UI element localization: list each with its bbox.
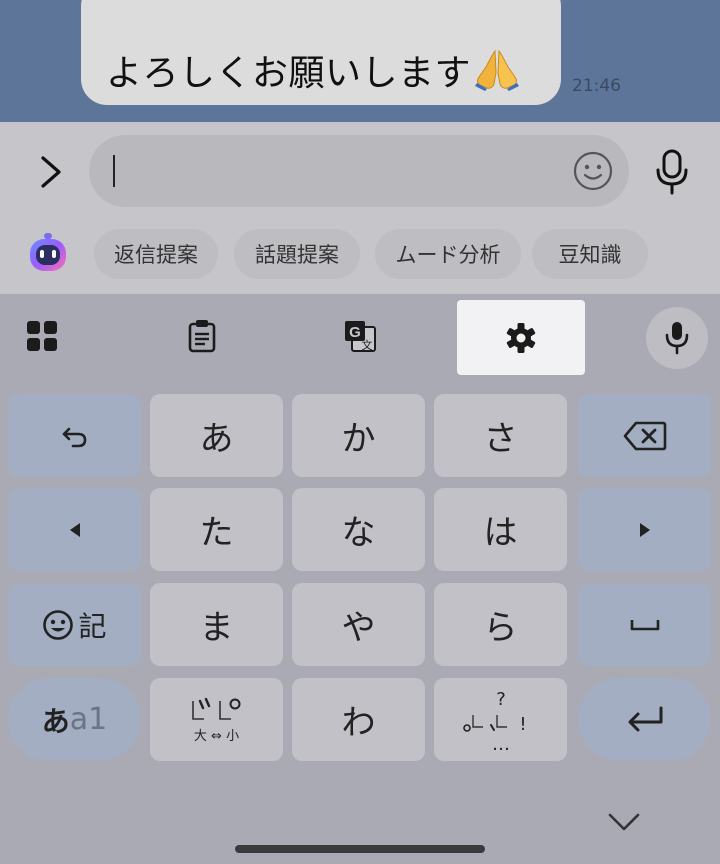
backspace-icon <box>623 421 666 450</box>
emoji-symbol-key[interactable]: 記 <box>8 583 141 666</box>
key-ta[interactable]: た <box>150 488 283 571</box>
smiley-icon[interactable] <box>572 150 614 192</box>
input-mode-key[interactable]: あ a1 <box>8 678 141 761</box>
backspace-key[interactable] <box>578 394 711 477</box>
chip-trivia[interactable]: 豆知識 <box>532 229 648 279</box>
cursor-left-key[interactable] <box>8 488 141 571</box>
chat-area: よろしくお願いします 21:46 <box>0 0 720 122</box>
key-ya[interactable]: や <box>292 583 425 666</box>
chip-topic-suggestion[interactable]: 話題提案 <box>234 229 360 279</box>
left-arrow-icon <box>69 522 80 537</box>
chip-mood-analysis[interactable]: ムード分析 <box>375 229 521 279</box>
ai-assistant-icon[interactable] <box>26 231 70 275</box>
cursor-right-key[interactable] <box>578 488 711 571</box>
undo-key[interactable] <box>8 394 141 477</box>
keyboard-mic-button[interactable] <box>646 307 708 369</box>
translate-icon[interactable]: G 文 <box>338 314 382 358</box>
dakuten-key[interactable]: 大 ⇔ 小 <box>150 678 283 761</box>
mic-icon <box>665 322 689 355</box>
svg-text:?: ? <box>496 689 506 710</box>
right-arrow-icon <box>639 522 650 537</box>
svg-text:G: G <box>349 324 361 341</box>
input-bar <box>0 122 720 222</box>
gear-icon <box>506 322 536 353</box>
mode-alnum-label: a1 <box>69 702 108 737</box>
keyboard: G 文 あ か さ た な は 記 ま や ら あ a1 大 ⇔ 小 わ ? !… <box>0 294 720 864</box>
message-input[interactable] <box>89 135 629 207</box>
key-ha[interactable]: は <box>434 488 567 571</box>
key-sa[interactable]: さ <box>434 394 567 477</box>
space-key[interactable] <box>578 583 711 666</box>
message-timestamp: 21:46 <box>572 76 621 96</box>
suggestion-bar: 返信提案 話題提案 ムード分析 豆知識 <box>0 222 720 294</box>
key-na[interactable]: な <box>292 488 425 571</box>
chevron-down-icon[interactable] <box>607 810 641 834</box>
grid-icon[interactable] <box>22 314 62 358</box>
svg-text:文: 文 <box>362 338 373 352</box>
key-a[interactable]: あ <box>150 394 283 477</box>
punctuation-key[interactable]: ? ! … <box>434 678 567 761</box>
punctuation-icon: ? ! … <box>462 689 526 755</box>
message-text: よろしくお願いします <box>106 44 521 96</box>
mode-kana-label: あ <box>41 704 70 738</box>
text-caret <box>113 155 115 187</box>
home-indicator[interactable] <box>235 845 485 853</box>
key-ka[interactable]: か <box>292 394 425 477</box>
key-ma[interactable]: ま <box>150 583 283 666</box>
message-label: よろしくお願いします <box>106 53 472 94</box>
chip-reply-suggestion[interactable]: 返信提案 <box>94 229 218 279</box>
svg-text:!: ! <box>519 714 526 735</box>
folded-hands-icon <box>475 49 520 91</box>
dakuten-sub-label: 大 ⇔ 小 <box>193 729 240 744</box>
clipboard-icon[interactable] <box>180 314 224 358</box>
enter-key[interactable] <box>578 678 711 761</box>
enter-icon <box>628 706 662 731</box>
svg-text:…: … <box>492 734 510 755</box>
emoji-icon <box>43 609 74 640</box>
key-ra[interactable]: ら <box>434 583 567 666</box>
voice-input-icon[interactable] <box>652 148 692 196</box>
undo-icon <box>62 427 86 447</box>
space-icon <box>630 619 659 630</box>
settings-button[interactable] <box>457 300 585 375</box>
symbol-label: 記 <box>78 609 107 643</box>
key-wa[interactable]: わ <box>292 678 425 761</box>
chevron-right-icon[interactable] <box>34 152 68 192</box>
dakuten-handakuten-icon <box>191 697 240 720</box>
